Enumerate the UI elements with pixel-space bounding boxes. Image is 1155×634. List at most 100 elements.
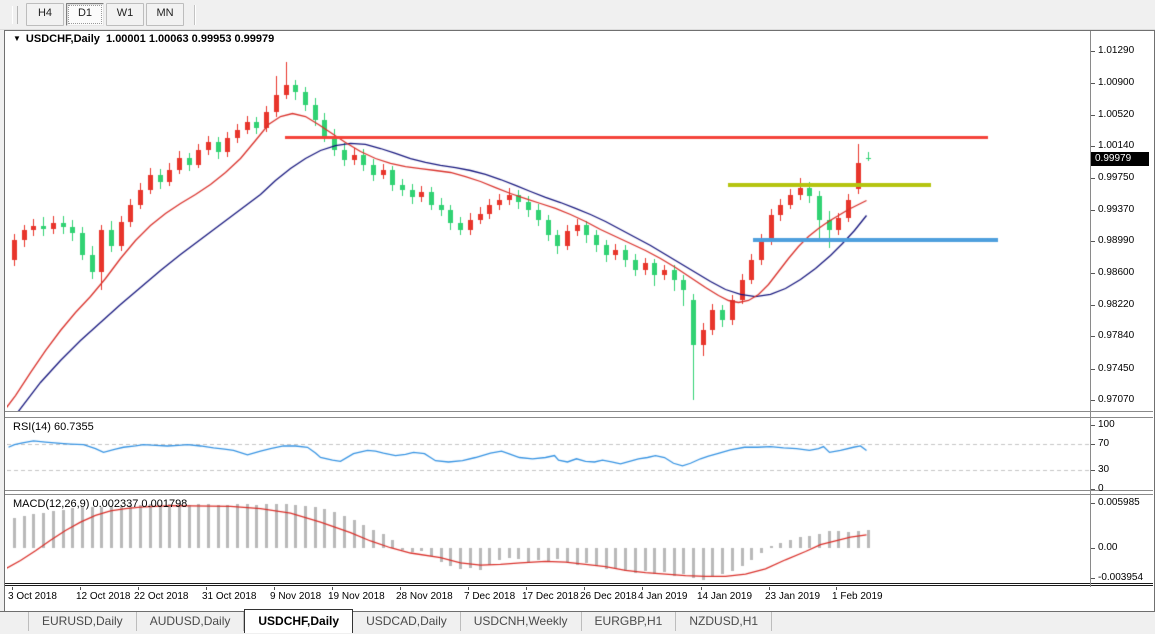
price-axis-tick	[1091, 241, 1095, 242]
price-axis-label[interactable]: 0.97450	[1098, 363, 1134, 374]
ohlc-high: 1.00063	[149, 33, 189, 45]
date-axis-tick	[468, 587, 469, 590]
tab-eurusd-daily[interactable]: EURUSD,Daily	[28, 612, 137, 631]
date-axis-tick	[274, 587, 275, 590]
date-axis-tick	[701, 587, 702, 590]
price-axis-tick	[1091, 210, 1095, 211]
tab-audusd-daily[interactable]: AUDUSD,Daily	[137, 612, 245, 631]
date-axis-label[interactable]: 31 Oct 2018	[202, 591, 256, 602]
rsi-label: RSI(14) 60.7355	[13, 421, 94, 433]
macd-axis-label[interactable]: 0.00	[1098, 542, 1117, 553]
price-axis-tick	[1091, 178, 1095, 179]
pane-splitter[interactable]	[5, 494, 1153, 495]
timeframe-button-h4[interactable]: H4	[26, 3, 64, 26]
date-axis-tick	[400, 587, 401, 590]
price-axis-label[interactable]: 1.01290	[1098, 45, 1134, 56]
date-axis-label[interactable]: 3 Oct 2018	[8, 591, 57, 602]
rsi-axis-label[interactable]: 70	[1098, 438, 1109, 449]
pane-splitter[interactable]	[5, 490, 1153, 491]
pane-splitter	[5, 585, 1153, 586]
price-axis-label[interactable]: 1.00520	[1098, 109, 1134, 120]
main-price-chart[interactable]	[7, 31, 1091, 411]
date-axis-label[interactable]: 7 Dec 2018	[464, 591, 515, 602]
date-axis-tick	[642, 587, 643, 590]
toolbar-grip[interactable]	[12, 6, 18, 24]
price-axis-label[interactable]: 0.97070	[1098, 394, 1134, 405]
rsi-axis-tick	[1091, 489, 1095, 490]
price-axis-tick	[1091, 400, 1095, 401]
price-axis-label[interactable]: 1.00140	[1098, 140, 1134, 151]
price-axis-label[interactable]: 0.99370	[1098, 204, 1134, 215]
macd-axis-tick	[1091, 548, 1095, 549]
rsi-axis-tick	[1091, 470, 1095, 471]
current-price-badge: 0.99979	[1091, 152, 1149, 166]
macd-axis-tick	[1091, 503, 1095, 504]
macd-axis-label[interactable]: 0.005985	[1098, 497, 1140, 508]
date-axis-label[interactable]: 9 Nov 2018	[270, 591, 321, 602]
date-axis-tick	[526, 587, 527, 590]
price-axis-tick	[1091, 146, 1095, 147]
price-axis-tick	[1091, 83, 1095, 84]
timeframe-button-mn[interactable]: MN	[146, 3, 184, 26]
date-axis-label[interactable]: 19 Nov 2018	[328, 591, 385, 602]
price-axis-label[interactable]: 0.98220	[1098, 299, 1134, 310]
date-axis-label[interactable]: 4 Jan 2019	[638, 591, 688, 602]
pane-splitter[interactable]	[5, 417, 1153, 418]
chart-dropdown-icon[interactable]: ▼	[13, 34, 21, 43]
chart-tab-bar: EURUSD,Daily AUDUSD,Daily USDCHF,Daily U…	[0, 611, 1155, 634]
price-axis-label[interactable]: 0.98600	[1098, 267, 1134, 278]
price-axis-tick	[1091, 305, 1095, 306]
tab-nzdusd-h1[interactable]: NZDUSD,H1	[676, 612, 772, 631]
toolbar-separator	[194, 5, 196, 25]
rsi-indicator-pane[interactable]	[7, 418, 1091, 490]
price-axis-tick	[1091, 336, 1095, 337]
date-axis-label[interactable]: 14 Jan 2019	[697, 591, 752, 602]
macd-label: MACD(12,26,9) 0.002337 0.001798	[13, 498, 187, 510]
chart-title: ▼ USDCHF,Daily 1.00001 1.00063 0.99953 0.…	[13, 33, 274, 45]
price-axis-label[interactable]: 1.00900	[1098, 77, 1134, 88]
rsi-axis-label[interactable]: 30	[1098, 464, 1109, 475]
price-axis-tick	[1091, 369, 1095, 370]
mt4-application-window: H4 D1 W1 MN ▼ USDCHF,Daily 1.00001 1.0006…	[0, 0, 1155, 634]
price-axis-tick	[1091, 115, 1095, 116]
timeframe-toolbar: H4 D1 W1 MN	[0, 0, 1155, 30]
date-axis-tick	[332, 587, 333, 590]
date-axis-tick	[206, 587, 207, 590]
macd-axis-label[interactable]: -0.003954	[1098, 572, 1143, 583]
price-axis-label[interactable]: 0.99750	[1098, 172, 1134, 183]
price-axis-label[interactable]: 0.97840	[1098, 330, 1134, 341]
chart-symbol-label: USDCHF,Daily	[26, 33, 100, 45]
date-axis-label[interactable]: 1 Feb 2019	[832, 591, 883, 602]
tab-eurgbp-h1[interactable]: EURGBP,H1	[582, 612, 677, 631]
rsi-value: 60.7355	[54, 421, 94, 433]
date-axis-label[interactable]: 22 Oct 2018	[134, 591, 188, 602]
date-axis-label[interactable]: 26 Dec 2018	[580, 591, 637, 602]
date-axis-label[interactable]: 17 Dec 2018	[522, 591, 579, 602]
price-axis-tick	[1091, 51, 1095, 52]
date-axis-tick	[138, 587, 139, 590]
ohlc-open: 1.00001	[106, 33, 146, 45]
timeframe-button-d1[interactable]: D1	[66, 3, 104, 26]
pane-splitter[interactable]	[5, 411, 1153, 412]
tab-usdcad-daily[interactable]: USDCAD,Daily	[353, 612, 461, 631]
date-axis-tick	[769, 587, 770, 590]
tab-usdchf-daily[interactable]: USDCHF,Daily	[244, 609, 353, 633]
rsi-axis-tick	[1091, 444, 1095, 445]
date-axis-label[interactable]: 12 Oct 2018	[76, 591, 130, 602]
date-axis-label[interactable]: 23 Jan 2019	[765, 591, 820, 602]
price-axis-label[interactable]: 0.98990	[1098, 235, 1134, 246]
ohlc-close: 0.99979	[235, 33, 275, 45]
date-axis-tick	[12, 587, 13, 590]
price-axis-tick	[1091, 273, 1095, 274]
date-axis-tick	[836, 587, 837, 590]
ohlc-low: 0.99953	[192, 33, 232, 45]
date-axis-tick	[80, 587, 81, 590]
tab-usdcnh-weekly[interactable]: USDCNH,Weekly	[461, 612, 582, 631]
rsi-axis-label[interactable]: 0	[1098, 483, 1104, 494]
date-axis-label[interactable]: 28 Nov 2018	[396, 591, 453, 602]
macd-axis-tick	[1091, 578, 1095, 579]
macd-value: 0.002337 0.001798	[92, 498, 187, 510]
timeframe-button-w1[interactable]: W1	[106, 3, 144, 26]
rsi-axis-label[interactable]: 100	[1098, 419, 1115, 430]
pane-splitter	[5, 583, 1153, 584]
